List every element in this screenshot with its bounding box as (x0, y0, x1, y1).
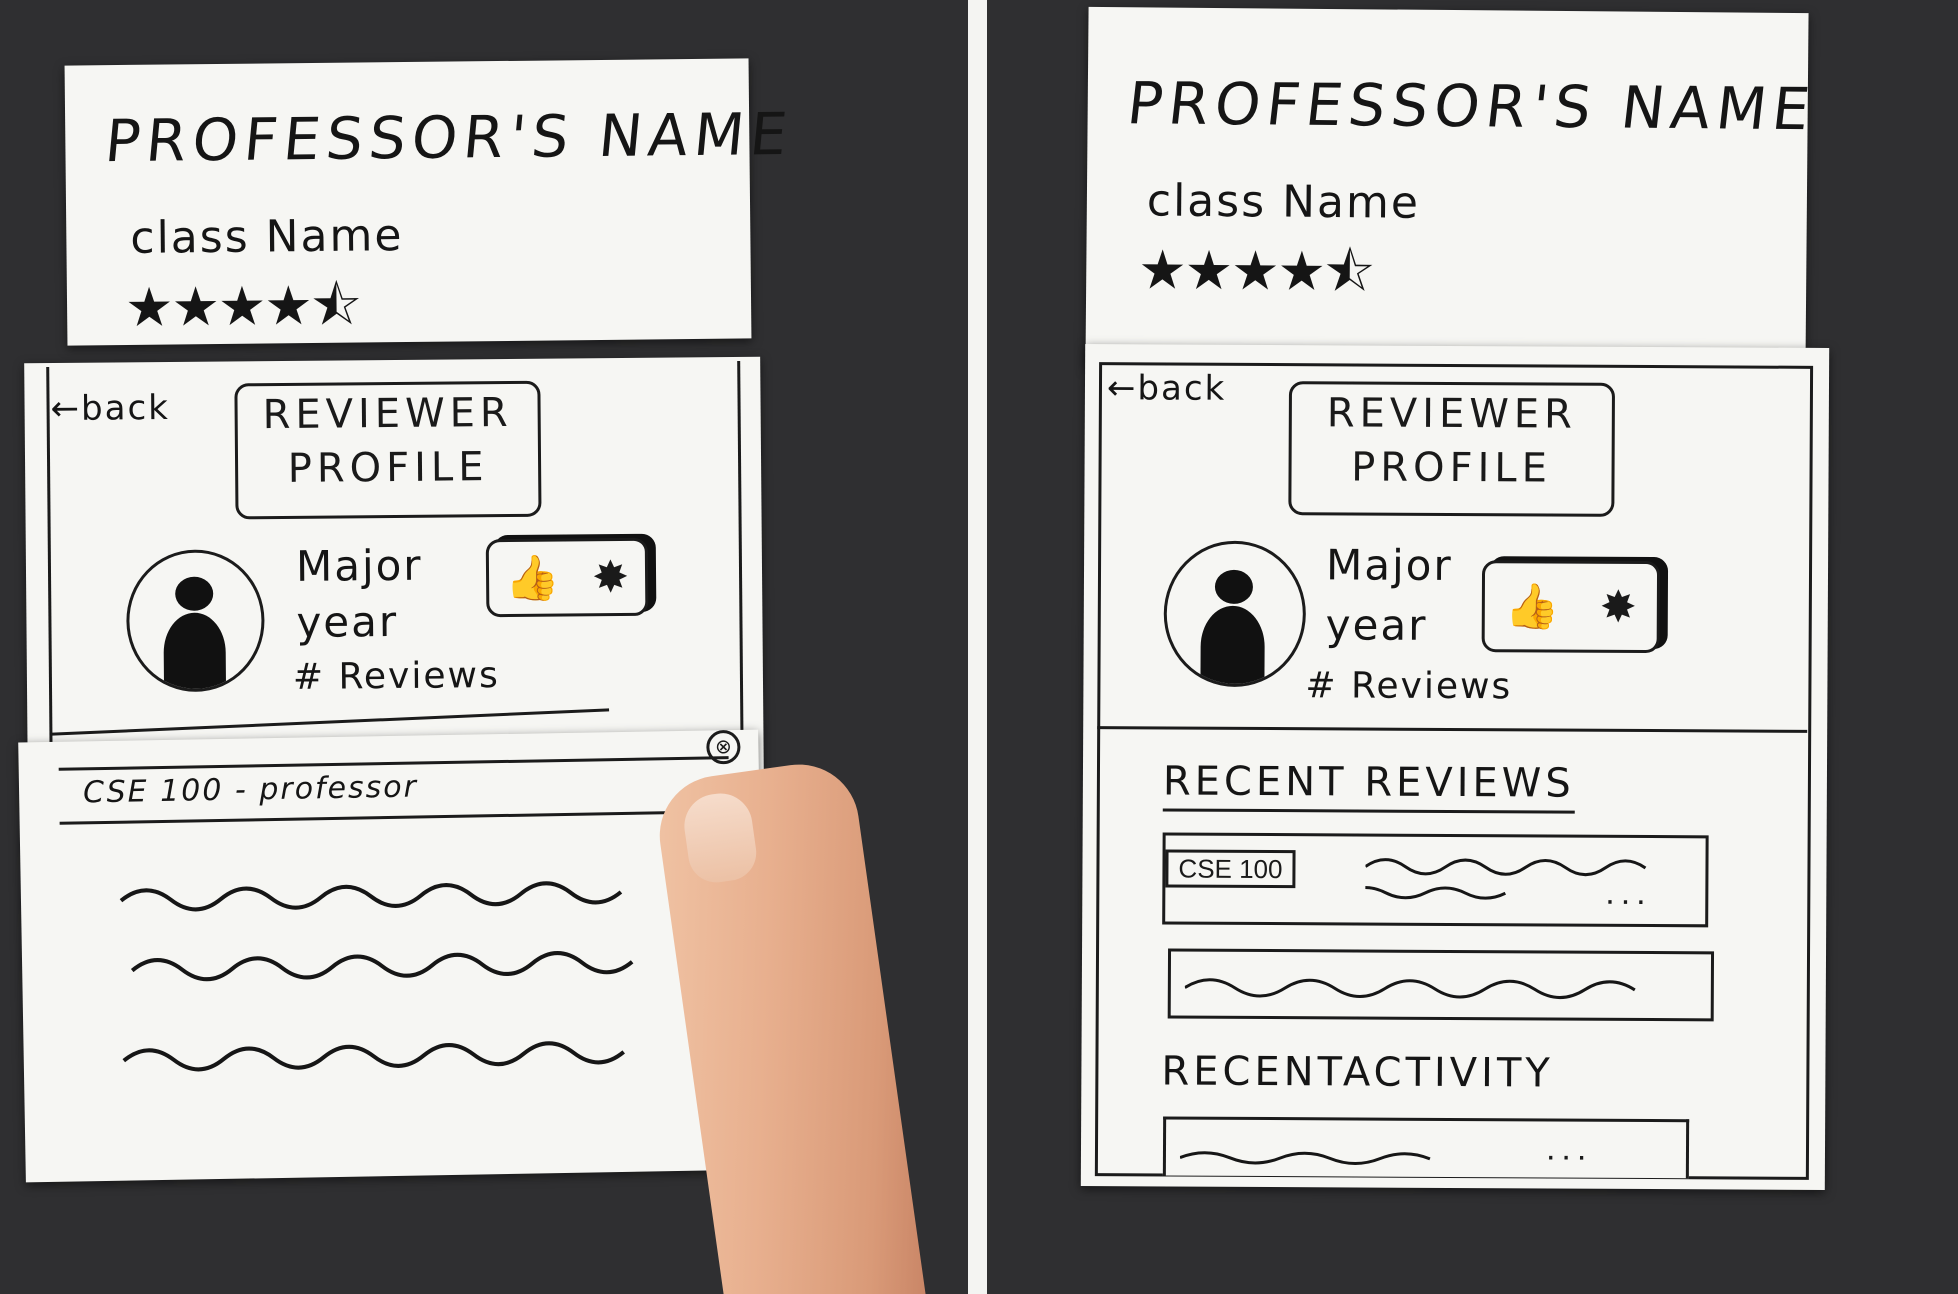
close-icon[interactable]: ⊗ (706, 729, 741, 765)
rating-stars: ★★★★⯪ (124, 273, 361, 339)
review-course-tag: CSE 100 (1165, 849, 1296, 889)
thumbs-up-icon[interactable]: 👍 (1505, 580, 1560, 632)
back-link[interactable]: ←back (50, 388, 170, 429)
review-text-lines (119, 881, 634, 1072)
activity-snippet-lines (1179, 1151, 1431, 1165)
left-photo: PROFESSOR'S NAME class Name ★★★★⯪ ←back … (0, 0, 968, 1294)
year-label: year (1325, 600, 1428, 650)
photo-divider (968, 0, 987, 1294)
fingernail (680, 789, 760, 886)
back-link[interactable]: ←back (1107, 368, 1227, 409)
title-line-1: REVIEWER (1326, 390, 1578, 438)
rating-stars: ★★★★⯪ (1138, 238, 1374, 304)
popup-top-rule (58, 756, 729, 771)
avatar-head (175, 576, 214, 611)
reviews-count: # Reviews (1305, 665, 1513, 708)
review-card[interactable] (1167, 948, 1715, 1022)
professor-card: PROFESSOR'S NAME class Name ★★★★⯪ (64, 58, 796, 346)
avatar-body (1200, 605, 1265, 688)
badge-icon[interactable]: ✸ (592, 551, 629, 602)
professor-name: PROFESSOR'S NAME (102, 99, 797, 176)
review-popup: ⊗ CSE 100 - professor (18, 729, 766, 1183)
professor-card: PROFESSOR'S NAME class Name ★★★★⯪ (1085, 6, 1819, 374)
avatar (125, 549, 266, 693)
major-label: Major (295, 540, 423, 591)
thumbs-up-icon[interactable]: 👍 (505, 552, 560, 604)
class-name: class Name (130, 210, 404, 264)
recent-activity-heading: RECENTACTIVITY (1161, 1048, 1554, 1097)
professor-name: PROFESSOR'S NAME (1123, 69, 1820, 144)
popup-header-rule (59, 810, 730, 825)
activity-ellipsis: ... (1545, 1129, 1593, 1168)
right-photo: PROFESSOR'S NAME class Name ★★★★⯪ ←back … (987, 0, 1958, 1294)
year-label: year (296, 596, 399, 647)
avatar (1163, 540, 1307, 688)
reviewer-profile-title: REVIEWER PROFILE (234, 380, 542, 520)
popup-title: CSE 100 - professor (82, 769, 419, 811)
reviewer-profile-page: ←back REVIEWER PROFILE Major year # Revi… (1080, 344, 1830, 1190)
avatar-body (163, 612, 227, 693)
recent-reviews-heading: RECENT REVIEWS (1162, 758, 1575, 814)
title-line-2: PROFILE (1351, 444, 1553, 492)
review-snippet-lines (1184, 978, 1636, 1000)
reviewer-profile-page: ←back REVIEWER PROFILE Major year # Revi… (24, 356, 764, 784)
title-line-1: REVIEWER (262, 389, 513, 439)
review-card[interactable]: CSE 100 ... (1162, 832, 1709, 928)
pointing-finger (652, 756, 928, 1294)
reviews-count: # Reviews (292, 655, 500, 698)
reaction-buttons: 👍 ✸ (1481, 560, 1661, 654)
major-label: Major (1325, 540, 1453, 590)
badge-icon[interactable]: ✸ (1600, 581, 1637, 632)
review-ellipsis: ... (1605, 873, 1652, 913)
title-line-2: PROFILE (287, 444, 489, 492)
class-name: class Name (1146, 175, 1421, 229)
avatar-head (1214, 569, 1254, 604)
reviewer-profile-title: REVIEWER PROFILE (1288, 381, 1616, 517)
activity-card[interactable]: ... (1162, 1116, 1690, 1179)
reaction-buttons: 👍 ✸ (485, 537, 649, 618)
